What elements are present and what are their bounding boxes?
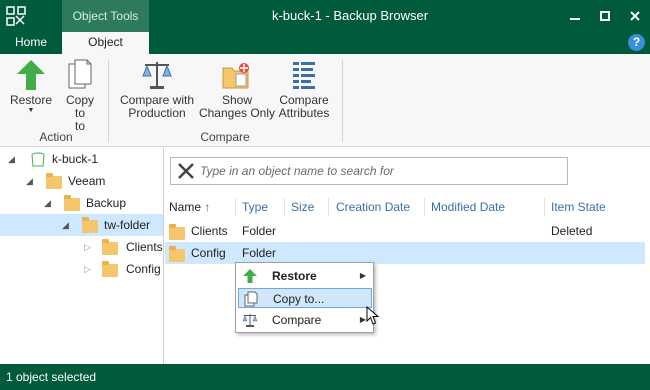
menu-item-restore[interactable]: Restore ▶ xyxy=(238,266,372,286)
copy-icon xyxy=(244,291,258,307)
column-divider[interactable] xyxy=(544,198,545,216)
expand-arrow-icon[interactable]: ◢ xyxy=(62,214,69,236)
column-header-creation-date[interactable]: Creation Date xyxy=(336,199,410,215)
column-header-type[interactable]: Type xyxy=(242,199,268,215)
app-icon xyxy=(6,6,26,26)
tree-node-config[interactable]: ▷ Config xyxy=(0,258,164,280)
ribbon-separator xyxy=(108,60,109,142)
table-row[interactable]: Config Folder xyxy=(165,242,645,264)
folder-changes-icon xyxy=(222,63,249,89)
submenu-arrow-icon: ▶ xyxy=(359,271,366,280)
folder-icon xyxy=(46,173,62,189)
restore-arrow-icon xyxy=(243,269,257,283)
tree-node-tw-folder[interactable]: ◢ tw-folder xyxy=(0,214,163,236)
maximize-button[interactable] xyxy=(590,0,620,32)
compare-group-label: Compare xyxy=(200,130,250,144)
scales-icon xyxy=(142,62,172,89)
compare-attributes-button[interactable]: Compare Attributes xyxy=(274,58,334,120)
bucket-icon xyxy=(31,152,45,167)
search-input[interactable]: Type in an object name to search for xyxy=(200,158,394,184)
tree-node-veeam[interactable]: ◢ Veeam xyxy=(0,170,164,192)
minimize-button[interactable] xyxy=(560,0,590,32)
column-divider[interactable] xyxy=(328,198,329,216)
column-divider[interactable] xyxy=(424,198,425,216)
folder-icon xyxy=(102,239,118,255)
copy-to-button[interactable]: Copy to to xyxy=(60,58,100,133)
contextual-tab-header: Object Tools xyxy=(62,0,149,32)
tab-home[interactable]: Home xyxy=(0,32,62,54)
folder-icon xyxy=(169,246,185,262)
context-menu: Restore ▶ Copy to... Compare ▶ xyxy=(235,262,374,333)
action-group-label: Action xyxy=(39,130,73,144)
expand-arrow-icon[interactable]: ◢ xyxy=(26,170,33,192)
show-changes-only-button[interactable]: Show Changes Only xyxy=(198,58,276,120)
help-icon[interactable]: ? xyxy=(628,34,645,51)
collapsed-arrow-icon[interactable]: ▷ xyxy=(84,258,91,280)
restore-button[interactable]: Restore ▼ xyxy=(6,58,56,115)
folder-icon xyxy=(64,195,80,211)
menu-item-compare[interactable]: Compare ▶ xyxy=(238,310,372,330)
sort-ascending-icon: ↑ xyxy=(201,200,211,214)
search-box[interactable]: Type in an object name to search for xyxy=(170,157,568,185)
folder-icon xyxy=(169,224,185,240)
compare-with-production-button[interactable]: Compare with Production xyxy=(114,58,200,120)
maximize-icon xyxy=(600,11,610,21)
copy-icon xyxy=(68,59,92,89)
folder-icon xyxy=(102,261,118,277)
ribbon-tab-row: Home Object ? xyxy=(0,32,650,54)
column-header-modified-date[interactable]: Modified Date xyxy=(431,199,505,215)
column-header-item-state[interactable]: Item State xyxy=(551,199,606,215)
title-bar: Object Tools k-buck-1 - Backup Browser xyxy=(0,0,650,32)
close-button[interactable] xyxy=(620,0,650,32)
window-title: k-buck-1 - Backup Browser xyxy=(271,8,429,23)
restore-arrow-icon xyxy=(17,60,45,90)
table-row[interactable]: Clients Folder Deleted xyxy=(165,220,645,242)
folder-icon xyxy=(82,217,98,233)
tree-node-backup[interactable]: ◢ Backup xyxy=(0,192,164,214)
tree-node-clients[interactable]: ▷ Clients xyxy=(0,236,164,258)
tab-object[interactable]: Object xyxy=(62,32,149,54)
ribbon-separator xyxy=(342,60,343,142)
column-divider[interactable] xyxy=(235,198,236,216)
column-header-size[interactable]: Size xyxy=(291,199,314,215)
scales-icon xyxy=(242,314,258,327)
mouse-cursor-icon xyxy=(366,306,380,325)
restore-dropdown-icon: ▼ xyxy=(27,107,35,114)
expand-arrow-icon[interactable]: ◢ xyxy=(44,192,51,214)
minimize-icon xyxy=(570,18,580,20)
status-text: 1 object selected xyxy=(6,370,97,384)
column-header-name[interactable]: Name ↑ xyxy=(169,199,210,215)
menu-item-copy-to[interactable]: Copy to... xyxy=(238,288,372,308)
clear-search-icon[interactable] xyxy=(177,162,195,180)
folder-tree: ◢ k-buck-1 ◢ Veeam ◢ Backup ◢ tw-folder … xyxy=(0,148,164,364)
ribbon: Restore ▼ Copy to to Action Compare with… xyxy=(0,54,650,147)
attributes-list-icon xyxy=(293,62,315,89)
status-bar: 1 object selected xyxy=(0,364,650,390)
collapsed-arrow-icon[interactable]: ▷ xyxy=(84,236,91,258)
tree-node-root[interactable]: ◢ k-buck-1 xyxy=(0,148,164,170)
expand-arrow-icon[interactable]: ◢ xyxy=(8,148,15,170)
close-icon xyxy=(630,11,640,21)
column-divider[interactable] xyxy=(284,198,285,216)
